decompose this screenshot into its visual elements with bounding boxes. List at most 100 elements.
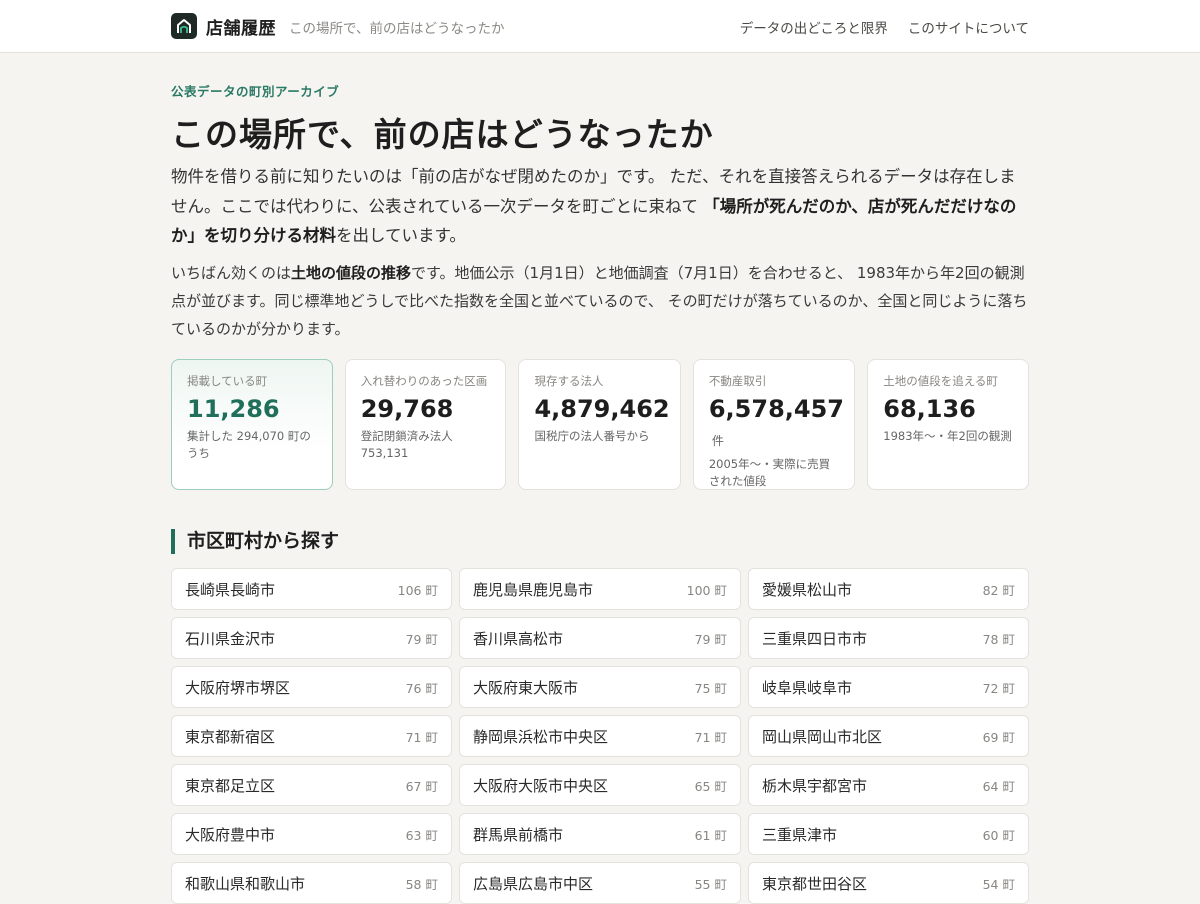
storefront-logo-icon bbox=[171, 13, 197, 39]
city-town-count: 67 町 bbox=[405, 778, 438, 794]
city-town-count: 65 町 bbox=[694, 778, 727, 794]
land-price-paragraph: いちばん効くのは土地の値段の推移です。地価公示（1月1日）と地価調査（7月1日）… bbox=[171, 259, 1029, 343]
stat-value: 68,136 bbox=[883, 395, 1013, 427]
stat-card-land-prices: 土地の値段を追える町 68,136 1983年〜・年2回の観測 bbox=[867, 359, 1029, 490]
stat-number: 4,879,462 bbox=[534, 395, 670, 423]
stat-label: 現存する法人 bbox=[534, 374, 604, 388]
city-link[interactable]: 東京都世田谷区 54 町 bbox=[748, 862, 1029, 904]
city-name: 三重県津市 bbox=[762, 825, 838, 844]
city-link[interactable]: 大阪府大阪市中央区 65 町 bbox=[459, 764, 741, 806]
city-link[interactable]: 岐阜県岐阜市 72 町 bbox=[748, 666, 1029, 708]
city-town-count: 79 町 bbox=[694, 631, 727, 647]
city-link[interactable]: 東京都新宿区 71 町 bbox=[171, 715, 452, 757]
nav-link-data-sources[interactable]: データの出どころと限界 bbox=[740, 17, 888, 37]
city-name: 三重県四日市市 bbox=[762, 629, 868, 648]
city-grid: 長崎県長崎市 106 町 鹿児島県鹿児島市 100 町 愛媛県松山市 82 町 石川県… bbox=[171, 568, 1029, 904]
city-name: 広島県広島市中区 bbox=[473, 874, 594, 893]
header-nav: データの出どころと限界 このサイトについて bbox=[740, 17, 1029, 37]
site-tagline: この場所で、前の店はどうなったか bbox=[289, 21, 505, 37]
stat-number: 6,578,457 bbox=[708, 395, 844, 423]
city-name: 大阪府堺市堺区 bbox=[185, 678, 291, 697]
city-link[interactable]: 大阪府東大阪市 75 町 bbox=[459, 666, 741, 708]
city-name: 鹿児島県鹿児島市 bbox=[473, 580, 594, 599]
section-title-municipalities: 市区町村から探す bbox=[171, 529, 339, 554]
stat-value: 4,879,462 bbox=[534, 395, 669, 427]
city-town-count: 58 町 bbox=[405, 876, 438, 892]
city-name: 大阪府東大阪市 bbox=[473, 678, 579, 697]
city-town-count: 72 町 bbox=[982, 680, 1015, 696]
city-town-count: 63 町 bbox=[405, 827, 438, 843]
city-town-count: 71 町 bbox=[694, 729, 727, 745]
city-link[interactable]: 群馬県前橋市 61 町 bbox=[459, 813, 741, 855]
stat-label: 掲載している町 bbox=[187, 374, 268, 388]
city-name: 和歌山県和歌山市 bbox=[185, 874, 306, 893]
stat-card-corporations: 現存する法人 4,879,462 国税庁の法人番号から bbox=[518, 359, 681, 490]
city-name: 長崎県長崎市 bbox=[185, 580, 276, 599]
city-name: 東京都足立区 bbox=[185, 776, 276, 795]
city-link[interactable]: 東京都足立区 67 町 bbox=[171, 764, 452, 806]
city-town-count: 55 町 bbox=[694, 876, 727, 892]
stats-row: 掲載している町 11,286 集計した 294,070 町のうち 入れ替わりのあ… bbox=[171, 359, 1029, 490]
city-name: 大阪府豊中市 bbox=[185, 825, 276, 844]
top-bar: 店舗履歴 この場所で、前の店はどうなったか データの出どころと限界 このサイトに… bbox=[0, 0, 1200, 53]
stat-label: 土地の値段を追える町 bbox=[883, 374, 998, 388]
hero-kicker: 公表データの町別アーカイブ bbox=[171, 84, 340, 99]
city-town-count: 64 町 bbox=[982, 778, 1015, 794]
city-town-count: 75 町 bbox=[694, 680, 727, 696]
stat-note: 登記閉鎖済み法人 753,131 bbox=[360, 429, 453, 460]
city-link[interactable]: 三重県四日市市 78 町 bbox=[748, 617, 1029, 659]
city-link[interactable]: 大阪府豊中市 63 町 bbox=[171, 813, 452, 855]
city-link[interactable]: 長崎県長崎市 106 町 bbox=[171, 568, 452, 610]
stat-card-turnover: 入れ替わりのあった区画 29,768 登記閉鎖済み法人 753,131 bbox=[344, 359, 507, 490]
stat-note: 国税庁の法人番号から bbox=[534, 429, 650, 443]
nav-link-about[interactable]: このサイトについて bbox=[908, 17, 1029, 37]
city-town-count: 69 町 bbox=[982, 729, 1015, 745]
city-link[interactable]: 鹿児島県鹿児島市 100 町 bbox=[459, 568, 741, 610]
land-text-a: いちばん効くのは bbox=[171, 264, 292, 282]
city-link[interactable]: 香川県高松市 79 町 bbox=[459, 617, 741, 659]
city-name: 香川県高松市 bbox=[473, 629, 564, 648]
city-link[interactable]: 大阪府堺市堺区 76 町 bbox=[171, 666, 452, 708]
stat-number: 68,136 bbox=[883, 395, 976, 423]
intro-paragraph: 物件を借りる前に知りたいのは「前の店がなぜ閉めたのか」です。 ただ、それを直接答… bbox=[171, 162, 1029, 251]
city-link[interactable]: 和歌山県和歌山市 58 町 bbox=[171, 862, 452, 904]
stat-card-towns: 掲載している町 11,286 集計した 294,070 町のうち bbox=[171, 359, 333, 490]
city-name: 石川県金沢市 bbox=[185, 629, 276, 648]
stat-label: 入れ替わりのあった区画 bbox=[360, 374, 488, 388]
city-link[interactable]: 石川県金沢市 79 町 bbox=[171, 617, 452, 659]
city-town-count: 61 町 bbox=[694, 827, 727, 843]
city-link[interactable]: 愛媛県松山市 82 町 bbox=[748, 568, 1029, 610]
city-name: 栃木県宇都宮市 bbox=[762, 776, 868, 795]
city-name: 岐阜県岐阜市 bbox=[762, 678, 853, 697]
stat-label: 不動産取引 bbox=[708, 374, 767, 388]
stat-value: 29,768 bbox=[361, 395, 491, 427]
stat-note: 1983年〜・年2回の観測 bbox=[883, 429, 1012, 443]
city-town-count: 76 町 bbox=[405, 680, 438, 696]
stat-unit: 件 bbox=[711, 434, 724, 448]
city-town-count: 60 町 bbox=[982, 827, 1015, 843]
city-name: 岡山県岡山市北区 bbox=[762, 727, 883, 746]
stat-card-transactions: 不動産取引 6,578,457 件 2005年〜・実際に売買された値段 bbox=[692, 359, 856, 490]
stat-value: 11,286 bbox=[187, 395, 317, 427]
stat-note: 集計した 294,070 町のうち bbox=[187, 429, 311, 460]
city-link[interactable]: 広島県広島市中区 55 町 bbox=[459, 862, 741, 904]
stat-value: 6,578,457 件 bbox=[709, 395, 844, 455]
city-name: 静岡県浜松市中央区 bbox=[473, 727, 609, 746]
city-link[interactable]: 静岡県浜松市中央区 71 町 bbox=[459, 715, 741, 757]
city-link[interactable]: 栃木県宇都宮市 64 町 bbox=[748, 764, 1029, 806]
city-town-count: 79 町 bbox=[405, 631, 438, 647]
city-name: 東京都世田谷区 bbox=[762, 874, 868, 893]
city-name: 愛媛県松山市 bbox=[762, 580, 853, 599]
city-link[interactable]: 三重県津市 60 町 bbox=[748, 813, 1029, 855]
city-town-count: 54 町 bbox=[982, 876, 1015, 892]
city-town-count: 82 町 bbox=[982, 582, 1015, 598]
city-name: 大阪府大阪市中央区 bbox=[473, 776, 609, 795]
brand-name: 店舗履歴 bbox=[206, 18, 276, 39]
city-town-count: 106 町 bbox=[397, 582, 438, 598]
city-town-count: 100 町 bbox=[686, 582, 727, 598]
brand-link[interactable]: 店舗履歴 bbox=[171, 13, 276, 39]
page-title: この場所で、前の店はどうなったか bbox=[171, 115, 714, 154]
stat-note: 2005年〜・実際に売買された値段 bbox=[708, 457, 831, 488]
city-name: 東京都新宿区 bbox=[185, 727, 276, 746]
city-link[interactable]: 岡山県岡山市北区 69 町 bbox=[748, 715, 1029, 757]
